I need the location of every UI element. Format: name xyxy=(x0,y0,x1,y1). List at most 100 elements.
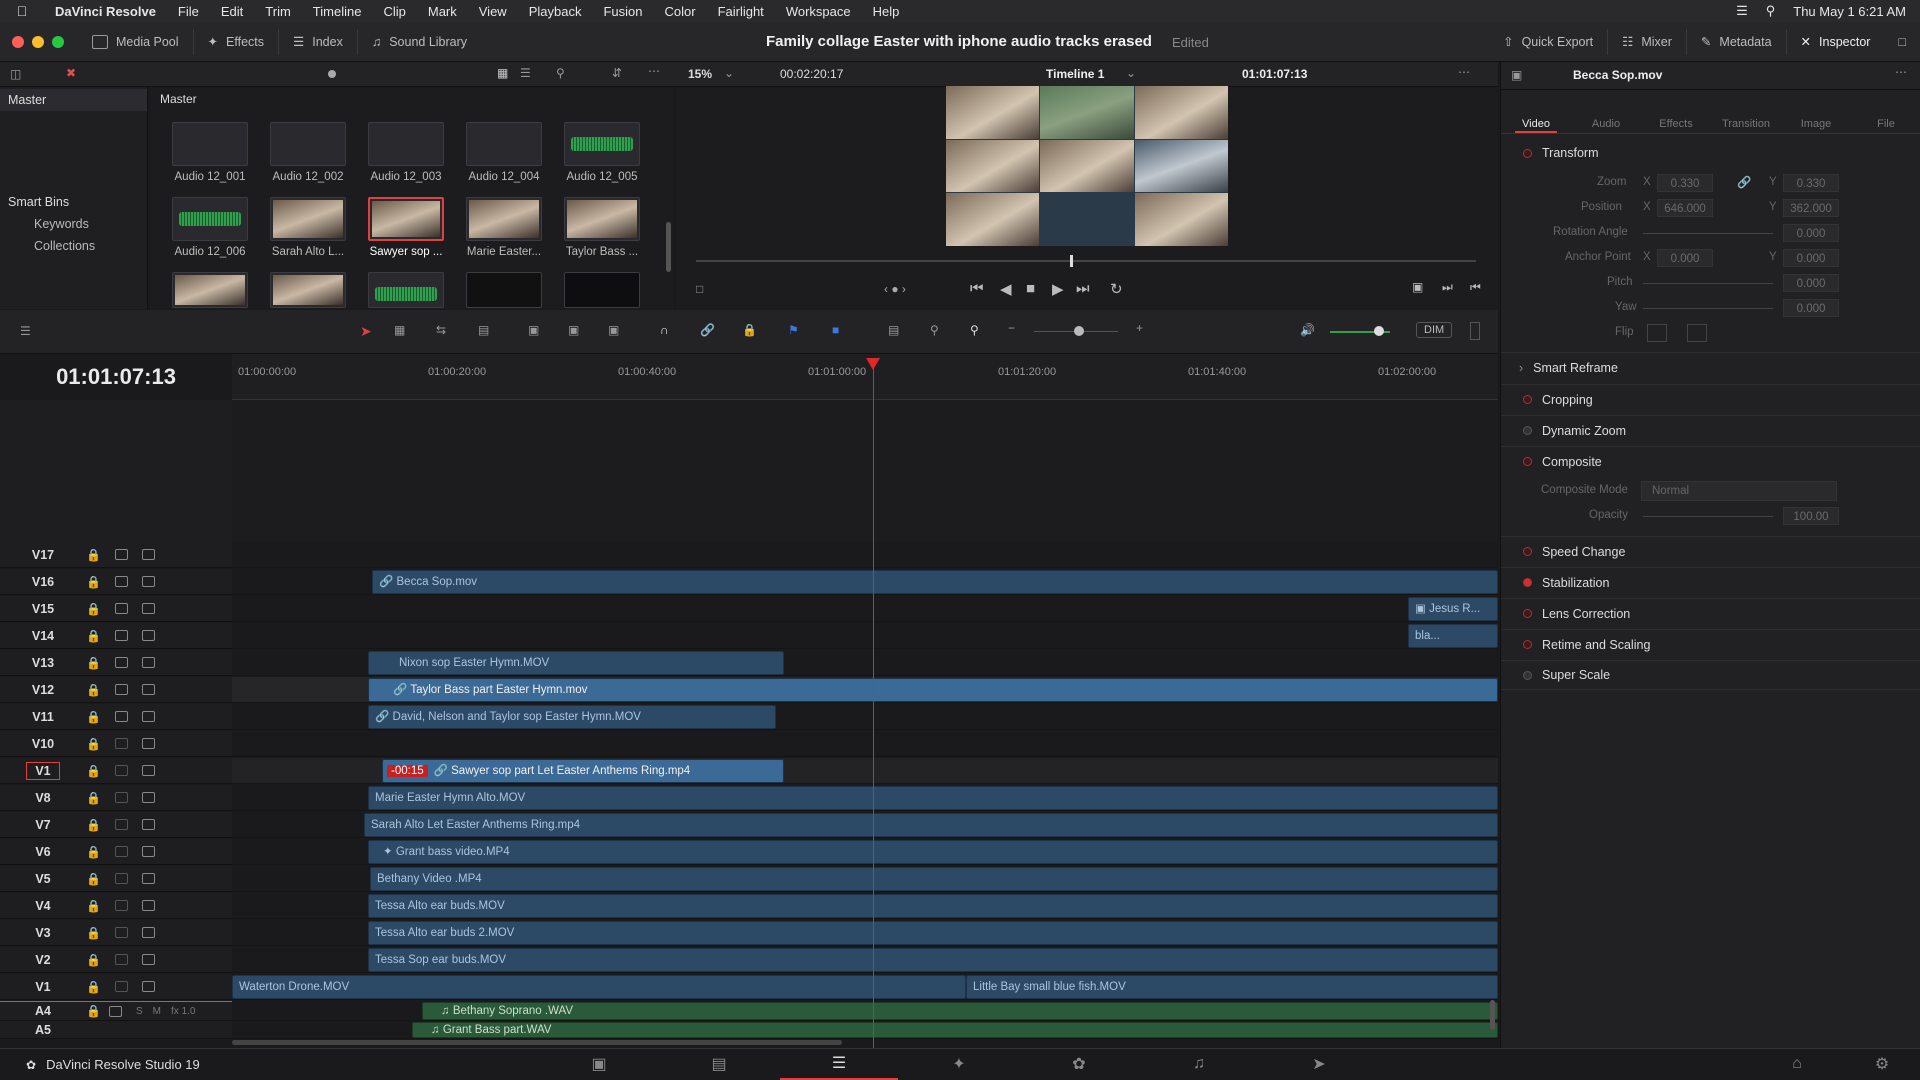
timeline-clip[interactable]: Sarah Alto Let Easter Anthems Ring.mp4 xyxy=(364,813,1498,837)
enable-toggle[interactable] xyxy=(1523,609,1532,618)
track-enable-icon[interactable] xyxy=(141,738,155,749)
transform-section[interactable]: Transform xyxy=(1501,138,1920,168)
zoom-y-field[interactable]: 0.330 xyxy=(1783,174,1839,192)
lock-icon[interactable]: 🔒 xyxy=(86,845,101,859)
rotation-field[interactable]: 0.000 xyxy=(1783,224,1839,242)
deliver-page-icon[interactable]: ➤ xyxy=(1260,1048,1378,1080)
track-enable-icon[interactable] xyxy=(141,711,155,722)
tab-effects[interactable]: Effects xyxy=(1641,90,1711,133)
solo-button[interactable]: S xyxy=(136,1006,143,1017)
clip-thumbnail[interactable] xyxy=(368,122,444,166)
track-header-v11[interactable]: V11 🔒 xyxy=(0,704,232,730)
auto-select-icon[interactable] xyxy=(114,954,128,965)
volume-slider-handle[interactable] xyxy=(1374,326,1384,336)
enable-toggle[interactable] xyxy=(1523,670,1532,680)
timeline-view-options-icon[interactable]: ☰ xyxy=(20,324,31,338)
zoom-slider-handle[interactable] xyxy=(1074,326,1084,336)
lock-icon[interactable]: 🔒 xyxy=(86,791,101,805)
track-header-v15[interactable]: V15 🔒 xyxy=(0,596,232,622)
track-enable-icon[interactable] xyxy=(141,630,155,641)
opacity-slider[interactable] xyxy=(1643,516,1773,517)
clock[interactable]: Thu May 1 6:21 AM xyxy=(1793,4,1906,19)
track-header-v17[interactable]: V17 🔒 xyxy=(0,542,232,568)
zoom-out-icon[interactable]: − xyxy=(1008,321,1015,335)
smart-bin-keywords[interactable]: Keywords xyxy=(0,213,147,235)
flip-horizontal-icon[interactable] xyxy=(1647,324,1667,342)
lock-icon[interactable]: 🔒 xyxy=(86,926,101,940)
menu-view[interactable]: View xyxy=(468,4,518,19)
clip-thumbnail[interactable] xyxy=(466,122,542,166)
lock-icon[interactable]: 🔒 xyxy=(86,575,101,589)
fusion-page-icon[interactable]: ✦ xyxy=(900,1048,1018,1080)
auto-select-icon[interactable] xyxy=(114,738,128,749)
volume-icon[interactable]: 🔊 xyxy=(1300,323,1315,337)
clip-thumbnail[interactable] xyxy=(466,197,542,241)
opacity-field[interactable]: 100.00 xyxy=(1783,507,1839,525)
track-enable-icon[interactable] xyxy=(141,549,155,560)
rotation-slider[interactable] xyxy=(1643,233,1773,234)
scrubber-handle[interactable] xyxy=(1070,255,1073,267)
timeline-clip[interactable]: bla... xyxy=(1408,624,1498,648)
lock-icon[interactable]: 🔒 xyxy=(86,1004,101,1018)
menu-workspace[interactable]: Workspace xyxy=(775,4,862,19)
list-view-icon[interactable]: ☰ xyxy=(520,66,531,80)
auto-select-icon[interactable] xyxy=(114,603,128,614)
viewer-zoom[interactable]: 15% xyxy=(688,67,712,81)
selection-tool-icon[interactable]: ➤ xyxy=(360,323,372,340)
zoom-window-icon[interactable] xyxy=(52,35,64,48)
grid-view-icon[interactable]: ▦ xyxy=(497,66,508,80)
timeline-clip[interactable]: ▣ Jesus R... xyxy=(1408,597,1498,621)
minimize-window-icon[interactable] xyxy=(32,35,44,48)
menu-mark[interactable]: Mark xyxy=(417,4,468,19)
quick-export-button[interactable]: ⇧ Quick Export xyxy=(1489,22,1607,61)
track-enable-icon[interactable] xyxy=(141,954,155,965)
composite-mode-select[interactable]: Normal xyxy=(1641,481,1837,501)
play-icon[interactable]: ▶ xyxy=(1052,280,1064,298)
cropping-section[interactable]: Cropping xyxy=(1501,384,1920,414)
auto-select-icon[interactable] xyxy=(114,765,128,776)
scrubber-bar[interactable] xyxy=(696,260,1476,262)
mixer-button[interactable]: ☷ Mixer xyxy=(1608,22,1686,61)
track-header-v13[interactable]: V13 🔒 xyxy=(0,650,232,676)
menu-trim[interactable]: Trim xyxy=(254,4,302,19)
track-enable-icon[interactable] xyxy=(141,873,155,884)
track-enable-icon[interactable] xyxy=(141,603,155,614)
position-x-field[interactable]: 646.000 xyxy=(1657,199,1713,217)
search-icon[interactable]: ⚲ xyxy=(1766,3,1776,19)
lock-icon[interactable]: 🔒 xyxy=(86,629,101,643)
auto-select-icon[interactable] xyxy=(114,981,128,992)
tab-video[interactable]: Video xyxy=(1501,90,1571,133)
menu-timeline[interactable]: Timeline xyxy=(302,4,373,19)
tab-audio[interactable]: Audio xyxy=(1571,90,1641,133)
timeline-clip[interactable]: 🔗 Becca Sop.mov xyxy=(372,570,1498,594)
position-y-field[interactable]: 362.000 xyxy=(1783,199,1839,217)
track-enable-icon[interactable] xyxy=(141,900,155,911)
auto-select-icon[interactable] xyxy=(114,657,128,668)
marker-icon[interactable]: ■ xyxy=(832,323,839,337)
clip-thumbnail[interactable] xyxy=(466,272,542,308)
overwrite-clip-icon[interactable]: ▣ xyxy=(568,323,579,337)
clip-thumbnail[interactable] xyxy=(564,197,640,241)
timeline-clip[interactable]: Bethany Video .MP4 xyxy=(370,867,1498,891)
auto-select-icon[interactable] xyxy=(114,711,128,722)
dim-button[interactable]: DIM xyxy=(1416,322,1453,338)
match-frame-icon[interactable]: ▣ xyxy=(1412,280,1423,294)
clip-filter-icon[interactable]: ✖ xyxy=(66,66,76,80)
index-button[interactable]: ☰ Index xyxy=(279,22,357,61)
menu-color[interactable]: Color xyxy=(653,4,706,19)
zoom-in-icon[interactable]: + xyxy=(1136,321,1143,335)
retime-section[interactable]: Retime and Scaling xyxy=(1501,629,1920,659)
lock-icon[interactable]: 🔒 xyxy=(86,953,101,967)
trim-tool-icon[interactable]: ▦ xyxy=(394,323,405,337)
thumbnail-size-slider[interactable] xyxy=(328,70,336,78)
timeline-name[interactable]: Timeline 1 xyxy=(1046,67,1104,81)
menu-help[interactable]: Help xyxy=(862,4,911,19)
clip-thumbnail[interactable] xyxy=(172,122,248,166)
enable-toggle[interactable] xyxy=(1523,547,1532,556)
inspector-options-icon[interactable]: ⋯ xyxy=(1895,65,1907,79)
lock-icon[interactable]: 🔒 xyxy=(86,872,101,886)
tab-image[interactable]: Image xyxy=(1781,90,1851,133)
viewer-options-icon[interactable]: ⋯ xyxy=(1458,65,1470,79)
insert-clip-icon[interactable]: ▣ xyxy=(528,323,539,337)
panel-layout-icon[interactable]: ◫ xyxy=(10,67,21,81)
